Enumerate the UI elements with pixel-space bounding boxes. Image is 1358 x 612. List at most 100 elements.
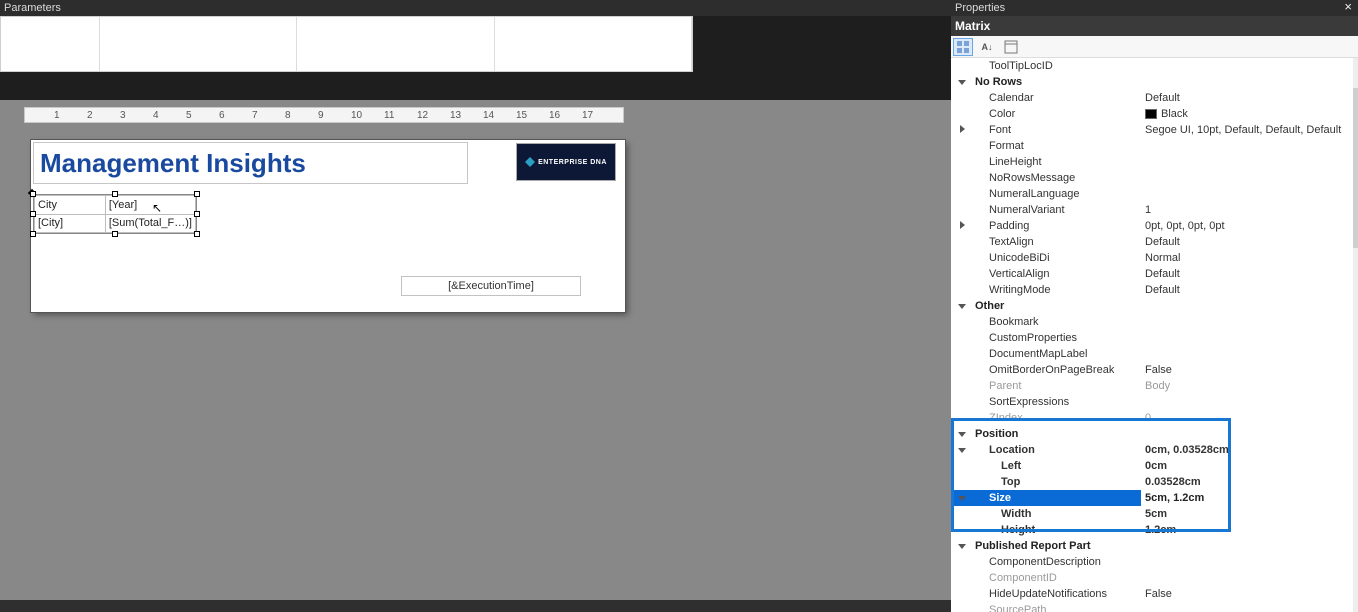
report-title-textbox[interactable]: Management Insights — [33, 142, 468, 184]
matrix-cell[interactable]: [Sum(Total_F…)] — [105, 214, 195, 233]
property-row[interactable]: UnicodeBiDiNormal — [951, 250, 1353, 266]
property-value[interactable]: False — [1141, 586, 1353, 602]
property-row[interactable]: DocumentMapLabel — [951, 346, 1353, 362]
resize-handle[interactable] — [30, 191, 36, 197]
logo-image[interactable]: ENTERPRISE DNA — [517, 144, 615, 180]
scrollbar-thumb[interactable] — [1353, 88, 1358, 248]
property-value[interactable]: 5cm, 1.2cm — [1141, 490, 1353, 506]
property-value[interactable] — [1141, 138, 1353, 154]
property-row[interactable]: OmitBorderOnPageBreakFalse — [951, 362, 1353, 378]
property-row[interactable]: NumeralVariant1 — [951, 202, 1353, 218]
properties-scrollbar[interactable] — [1353, 58, 1358, 612]
property-value[interactable]: Default — [1141, 234, 1353, 250]
report-page[interactable]: Management Insights ENTERPRISE DNA ✥ Cit… — [31, 140, 625, 312]
execution-time-textbox[interactable]: [&ExecutionTime] — [401, 276, 581, 296]
property-value[interactable]: Segoe UI, 10pt, Default, Default, Defaul… — [1141, 122, 1353, 138]
property-row[interactable]: CustomProperties — [951, 330, 1353, 346]
property-value[interactable] — [1141, 170, 1353, 186]
close-icon[interactable]: × — [1344, 0, 1352, 14]
property-value[interactable] — [1141, 346, 1353, 362]
expand-gutter[interactable] — [951, 74, 973, 90]
alphabetical-button[interactable]: A↓ — [977, 38, 997, 56]
property-row[interactable]: NoRowsMessage — [951, 170, 1353, 186]
properties-object-name[interactable]: Matrix — [951, 16, 1358, 36]
property-row[interactable]: Format — [951, 138, 1353, 154]
property-value[interactable] — [1141, 602, 1353, 612]
property-pages-button[interactable] — [1001, 38, 1021, 56]
property-category[interactable]: No Rows — [951, 74, 1353, 90]
property-row[interactable]: CalendarDefault — [951, 90, 1353, 106]
resize-handle[interactable] — [30, 211, 36, 217]
expand-gutter[interactable] — [951, 538, 973, 554]
property-value[interactable] — [1141, 298, 1353, 314]
design-horizontal-scrollbar[interactable] — [0, 600, 951, 612]
property-row[interactable]: Top0.03528cm — [951, 474, 1353, 490]
property-value[interactable]: 1 — [1141, 202, 1353, 218]
property-value[interactable]: 0 — [1141, 410, 1353, 426]
property-value[interactable] — [1141, 554, 1353, 570]
expand-gutter[interactable] — [951, 442, 973, 458]
property-value[interactable]: Default — [1141, 282, 1353, 298]
property-value[interactable]: 0pt, 0pt, 0pt, 0pt — [1141, 218, 1353, 234]
property-row[interactable]: ZIndex0 — [951, 410, 1353, 426]
param-cell[interactable] — [1, 17, 100, 71]
property-row[interactable]: SourcePath — [951, 602, 1353, 612]
parameters-strip[interactable] — [0, 16, 693, 72]
expand-gutter[interactable] — [951, 298, 973, 314]
expand-gutter[interactable] — [951, 218, 973, 234]
property-value[interactable]: 5cm — [1141, 506, 1353, 522]
property-row[interactable]: Size5cm, 1.2cm — [951, 490, 1353, 506]
property-value[interactable]: 0.03528cm — [1141, 474, 1353, 490]
expand-gutter[interactable] — [951, 426, 973, 442]
property-value[interactable] — [1141, 74, 1353, 90]
param-cell[interactable] — [100, 17, 297, 71]
property-value[interactable] — [1141, 58, 1353, 74]
property-value[interactable] — [1141, 186, 1353, 202]
property-value[interactable]: Body — [1141, 378, 1353, 394]
resize-handle[interactable] — [112, 231, 118, 237]
property-value[interactable] — [1141, 394, 1353, 410]
property-row[interactable]: TextAlignDefault — [951, 234, 1353, 250]
property-value[interactable] — [1141, 330, 1353, 346]
property-row[interactable]: ColorBlack — [951, 106, 1353, 122]
property-value[interactable]: 0cm — [1141, 458, 1353, 474]
property-value[interactable]: 1.2cm — [1141, 522, 1353, 538]
property-row[interactable]: Location0cm, 0.03528cm — [951, 442, 1353, 458]
property-row[interactable]: Padding0pt, 0pt, 0pt, 0pt — [951, 218, 1353, 234]
property-value[interactable]: Default — [1141, 90, 1353, 106]
resize-handle[interactable] — [194, 191, 200, 197]
property-row[interactable]: VerticalAlignDefault — [951, 266, 1353, 282]
resize-handle[interactable] — [194, 211, 200, 217]
property-value[interactable] — [1141, 426, 1353, 442]
param-cell[interactable] — [494, 17, 691, 71]
property-row[interactable]: ComponentDescription — [951, 554, 1353, 570]
property-category[interactable]: Other — [951, 298, 1353, 314]
property-row[interactable]: HideUpdateNotificationsFalse — [951, 586, 1353, 602]
property-value[interactable]: 0cm, 0.03528cm — [1141, 442, 1353, 458]
property-value[interactable]: Normal — [1141, 250, 1353, 266]
property-row[interactable]: SortExpressions — [951, 394, 1353, 410]
property-row[interactable]: Height1.2cm — [951, 522, 1353, 538]
properties-grid[interactable]: ToolTipLocIDNo RowsCalendarDefaultColorB… — [951, 58, 1353, 612]
property-row[interactable]: ComponentID — [951, 570, 1353, 586]
property-row[interactable]: ParentBody — [951, 378, 1353, 394]
param-cell[interactable] — [297, 17, 494, 71]
property-value[interactable]: False — [1141, 362, 1353, 378]
property-row[interactable]: NumeralLanguage — [951, 186, 1353, 202]
resize-handle[interactable] — [112, 191, 118, 197]
expand-gutter[interactable] — [951, 122, 973, 138]
property-row[interactable]: WritingModeDefault — [951, 282, 1353, 298]
property-row[interactable]: FontSegoe UI, 10pt, Default, Default, De… — [951, 122, 1353, 138]
property-value[interactable]: Black — [1141, 106, 1353, 122]
property-row[interactable]: LineHeight — [951, 154, 1353, 170]
property-value[interactable] — [1141, 314, 1353, 330]
property-value[interactable] — [1141, 154, 1353, 170]
matrix-tablix[interactable]: ✥ City [Year] [City] [Sum(Total_F…)] ↖ — [33, 194, 197, 234]
matrix-cell[interactable]: [Year] — [105, 196, 195, 215]
resize-handle[interactable] — [30, 231, 36, 237]
expand-gutter[interactable] — [951, 490, 973, 506]
property-value[interactable] — [1141, 570, 1353, 586]
property-row[interactable]: ToolTipLocID — [951, 58, 1353, 74]
property-row[interactable]: Width5cm — [951, 506, 1353, 522]
matrix-cell[interactable]: City — [35, 196, 106, 215]
